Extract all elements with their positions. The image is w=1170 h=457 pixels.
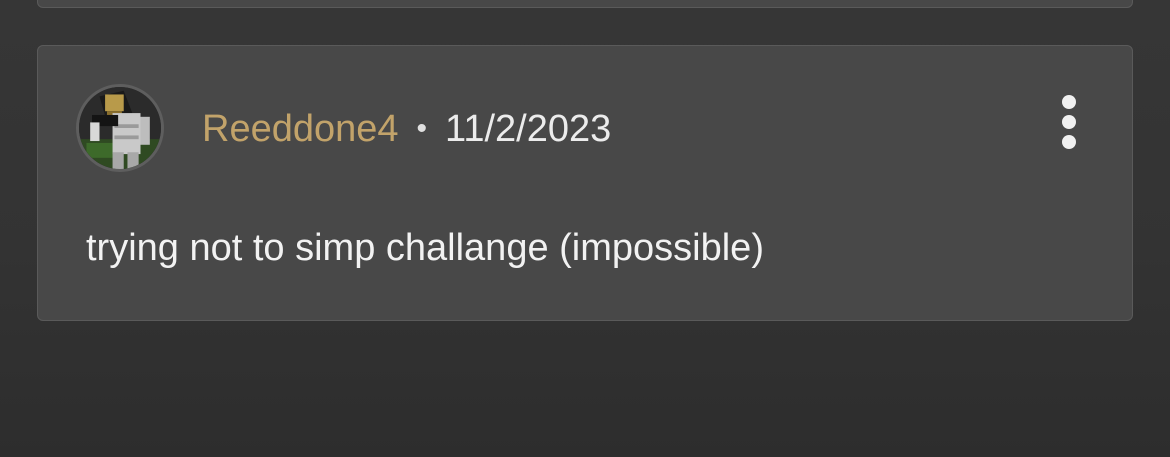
comment-meta: Reeddone4 • 11/2/2023 <box>202 106 611 152</box>
comment-text: trying not to simp challange (impossible… <box>86 227 764 269</box>
menu-dot <box>1062 95 1076 109</box>
menu-dot <box>1062 115 1076 129</box>
comment-card: Reeddone4 • 11/2/2023 trying not to simp… <box>37 45 1133 321</box>
meta-separator: • <box>416 112 428 145</box>
previous-comment-card <box>37 0 1133 8</box>
menu-dot <box>1062 135 1076 149</box>
avatar[interactable] <box>76 84 164 172</box>
more-vertical-icon[interactable] <box>1052 90 1086 154</box>
comment-date: 11/2/2023 <box>445 108 612 150</box>
username-link[interactable]: Reeddone4 <box>202 106 399 152</box>
avatar-image <box>79 87 161 169</box>
